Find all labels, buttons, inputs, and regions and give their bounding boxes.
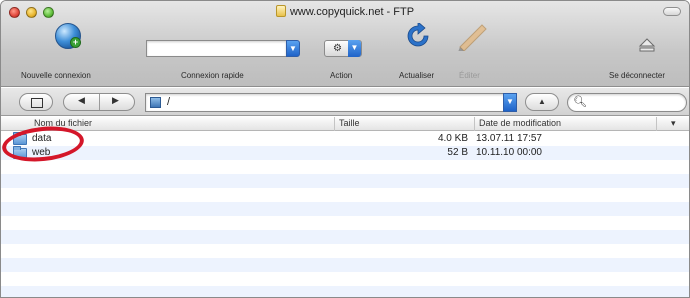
file-modified: 13.07.11 17:57 [476, 133, 542, 144]
chevron-down-icon: ▼ [348, 40, 361, 57]
quick-connect-input[interactable] [146, 40, 286, 57]
empty-row [1, 202, 689, 216]
window-title-bar: www.copyquick.net - FTP [1, 5, 689, 18]
column-size-header[interactable]: Taille [339, 118, 360, 128]
document-icon [275, 5, 286, 17]
pencil-icon [458, 24, 487, 51]
refresh-label: Actualiser [399, 71, 435, 80]
chevron-down-icon[interactable]: ▼ [503, 93, 517, 112]
empty-row [1, 188, 689, 202]
action-label: Action [330, 71, 353, 80]
column-options-icon[interactable]: ▾ [671, 118, 676, 129]
column-divider[interactable] [656, 117, 657, 131]
action-menu-button[interactable]: ⚙ ▼ [324, 40, 362, 57]
empty-row [1, 272, 689, 286]
column-divider[interactable] [334, 117, 335, 131]
current-path: / [167, 96, 171, 108]
table-row[interactable]: web 52 B 10.11.10 00:00 [1, 146, 689, 160]
forward-button[interactable]: ▶ [112, 95, 119, 106]
empty-row [1, 244, 689, 258]
view-toggle-button[interactable] [19, 93, 53, 111]
ftp-window: www.copyquick.net - FTP + Nouvelle conne… [0, 0, 690, 298]
eject-icon [638, 38, 656, 52]
file-size: 52 B [447, 147, 468, 158]
empty-row [1, 174, 689, 188]
file-size: 4.0 KB [437, 133, 468, 144]
parent-folder-button[interactable]: ▲ [525, 93, 559, 111]
gear-icon: ⚙ [333, 43, 342, 54]
quick-connect-label: Connexion rapide [181, 71, 244, 80]
edit-label: Éditer [459, 71, 480, 80]
drive-icon [150, 97, 161, 108]
empty-row [1, 258, 689, 272]
search-icon: 🔍︎ [573, 96, 587, 108]
new-connection-label: Nouvelle connexion [21, 71, 91, 80]
toolbar-toggle-button[interactable] [663, 7, 681, 16]
empty-row [1, 160, 689, 174]
search-input[interactable]: 🔍︎ [567, 93, 687, 112]
chevron-down-icon: ▼ [289, 44, 297, 53]
empty-row [1, 216, 689, 230]
history-navigation: ◀ ▶ [63, 93, 135, 111]
window-title: www.copyquick.net - FTP [289, 6, 415, 18]
empty-row [1, 286, 689, 297]
column-header: Nom du fichier Taille Date de modificati… [1, 117, 689, 131]
divider [99, 94, 100, 110]
path-selector[interactable]: / ▼ [145, 93, 517, 112]
plus-icon: + [70, 37, 81, 48]
toolbar: www.copyquick.net - FTP + Nouvelle conne… [1, 1, 689, 87]
refresh-icon [407, 23, 429, 47]
quick-connect-dropdown-button[interactable]: ▼ [286, 40, 300, 57]
table-row[interactable]: data 4.0 KB 13.07.11 17:57 [1, 132, 689, 146]
empty-row [1, 230, 689, 244]
column-divider[interactable] [474, 117, 475, 131]
disconnect-label: Se déconnecter [609, 71, 666, 80]
file-modified: 10.11.10 00:00 [476, 147, 542, 158]
back-button[interactable]: ◀ [78, 95, 85, 106]
column-modified-header[interactable]: Date de modification [479, 118, 561, 128]
